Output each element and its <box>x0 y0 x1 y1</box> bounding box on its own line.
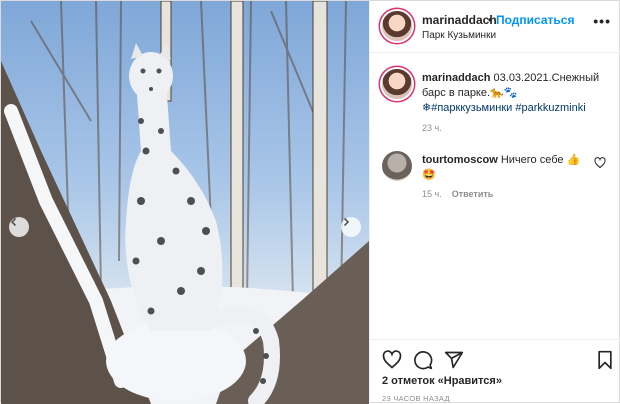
comment-time: 15 ч. <box>422 189 442 199</box>
more-options-button[interactable]: ••• <box>593 13 611 29</box>
post-timestamp: 23 ЧАСОВ НАЗАД <box>382 394 450 403</box>
hashtag-link[interactable]: ❄#парккузьминки <box>422 102 512 114</box>
comment-text: tourtomoscow Ничего себе 👍 🤩 <box>422 153 590 183</box>
post-photo[interactable] <box>1 1 369 404</box>
comment-meta: 15 ч. Ответить <box>422 189 493 199</box>
follow-button[interactable]: Подписаться <box>496 13 574 27</box>
commenter-username[interactable]: tourtomoscow <box>422 154 498 166</box>
share-icon[interactable] <box>444 350 464 370</box>
author-username[interactable]: marinaddach <box>422 13 497 27</box>
post-frame: marinaddach • Подписаться Парк Кузьминки… <box>0 0 620 404</box>
prev-photo-button[interactable] <box>9 217 29 237</box>
commenter-avatar[interactable] <box>382 151 412 181</box>
snow-leopard-photo <box>1 1 369 404</box>
chevron-right-icon <box>343 217 350 227</box>
separator-dot: • <box>488 13 493 27</box>
caption-text: marinaddach 03.03.2021.Снежный барс в па… <box>422 71 614 116</box>
chevron-left-icon <box>10 217 17 227</box>
likes-count: 2 отметок «Нравится» <box>382 375 502 387</box>
reply-button[interactable]: Ответить <box>452 189 494 199</box>
likes-prefix: 2 отметок <box>382 375 438 387</box>
post-sidebar: marinaddach • Подписаться Парк Кузьминки… <box>369 1 620 404</box>
hashtag-link[interactable]: #parkkuzminki <box>515 102 585 114</box>
caption-time: 23 ч. <box>422 123 442 133</box>
post-header: marinaddach • Подписаться Парк Кузьминки… <box>370 1 620 53</box>
next-photo-button[interactable] <box>341 217 361 237</box>
author-avatar[interactable] <box>382 11 412 41</box>
comment-like-heart-icon[interactable] <box>594 157 606 169</box>
action-bar <box>370 339 620 377</box>
caption-username[interactable]: marinaddach <box>422 72 490 84</box>
bookmark-icon[interactable] <box>596 350 614 370</box>
location-link[interactable]: Парк Кузьминки <box>422 30 496 41</box>
heart-icon[interactable] <box>382 350 402 370</box>
caption-avatar[interactable] <box>382 69 412 99</box>
comment-icon[interactable] <box>413 350 433 370</box>
likes-link[interactable]: «Нравится» <box>438 375 502 387</box>
